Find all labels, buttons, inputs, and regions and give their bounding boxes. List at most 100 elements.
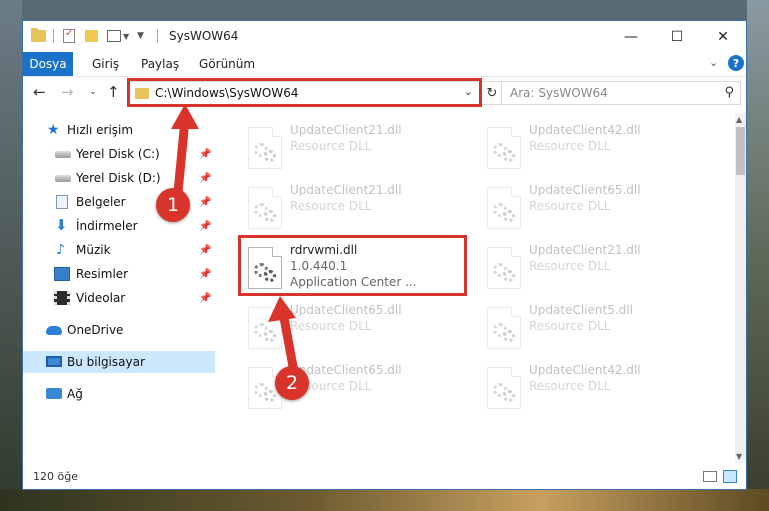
dll-file-icon <box>248 127 282 169</box>
file-name: UpdateClient21.dll <box>290 123 402 137</box>
file-item[interactable]: UpdateClient21.dll Resource DLL <box>242 181 462 233</box>
nav-item-this-pc[interactable]: Bu bilgisayar <box>23 351 215 373</box>
scroll-down-arrow-icon[interactable]: ▼ <box>736 452 742 461</box>
file-type: Resource DLL <box>529 199 611 213</box>
pin-icon[interactable]: 📌 <box>199 173 211 184</box>
tab-share[interactable]: Paylaş <box>141 57 179 71</box>
dll-file-icon <box>487 247 521 289</box>
pin-icon[interactable]: 📌 <box>199 245 211 256</box>
new-folder-icon[interactable] <box>85 28 98 44</box>
computer-icon <box>46 356 62 367</box>
file-name: UpdateClient65.dll <box>529 183 641 197</box>
nav-item-label: OneDrive <box>67 323 124 337</box>
pin-icon[interactable]: 📌 <box>199 197 211 208</box>
nav-item-label: Belgeler <box>76 195 126 209</box>
back-button[interactable]: ← <box>33 83 46 101</box>
customize-toolbar-icon[interactable]: ▼ <box>137 28 144 44</box>
minimize-button[interactable]: — <box>608 21 654 52</box>
search-placeholder: Ara: SysWOW64 <box>510 86 608 100</box>
search-icon[interactable]: ⚲ <box>724 85 734 100</box>
title-separator <box>157 29 158 43</box>
file-name: UpdateClient21.dll <box>290 183 402 197</box>
details-view-icon[interactable] <box>703 471 717 482</box>
file-type: Resource DLL <box>529 319 611 333</box>
file-name: UpdateClient42.dll <box>529 123 641 137</box>
document-icon <box>56 195 68 209</box>
file-name: UpdateClient5.dll <box>529 303 633 317</box>
refresh-button[interactable]: ↻ <box>481 81 503 105</box>
scroll-up-arrow-icon[interactable]: ▲ <box>736 115 742 124</box>
nav-item-pictures[interactable]: Resimler 📌 <box>23 263 215 285</box>
tab-home[interactable]: Giriş <box>92 57 119 71</box>
file-item[interactable]: UpdateClient5.dll Resource DLL <box>481 301 701 353</box>
help-icon[interactable]: ? <box>728 55 744 71</box>
search-input[interactable]: Ara: SysWOW64 ⚲ <box>501 81 741 105</box>
toolbar-separator <box>53 29 54 43</box>
file-type: Resource DLL <box>529 379 611 393</box>
file-type: Resource DLL <box>529 259 611 273</box>
pin-icon[interactable]: 📌 <box>199 221 211 232</box>
properties-icon[interactable] <box>63 28 75 44</box>
pin-icon[interactable]: 📌 <box>199 269 211 280</box>
file-type: Resource DLL <box>290 139 372 153</box>
maximize-button[interactable]: ☐ <box>654 21 700 52</box>
dll-file-icon <box>248 307 282 349</box>
forward-button[interactable]: → <box>61 83 74 101</box>
tab-file[interactable]: Dosya <box>23 52 73 76</box>
file-item[interactable]: UpdateClient42.dll Resource DLL <box>481 121 701 173</box>
download-icon: ⬇ <box>55 216 68 234</box>
file-item[interactable]: UpdateClient65.dll Resource DLL <box>481 181 701 233</box>
desktop-background-right <box>747 0 769 511</box>
nav-item-local-disk-d[interactable]: Yerel Disk (D:) 📌 <box>23 167 215 189</box>
star-icon: ★ <box>47 122 60 138</box>
file-item[interactable]: UpdateClient21.dll Resource DLL <box>242 121 462 173</box>
nav-item-onedrive[interactable]: OneDrive <box>23 319 215 341</box>
nav-item-label: Videolar <box>76 291 126 305</box>
video-icon <box>54 291 70 305</box>
nav-item-downloads[interactable]: ⬇ İndirmeler 📌 <box>23 215 215 237</box>
music-icon: ♪ <box>56 242 65 258</box>
file-type: Resource DLL <box>529 139 611 153</box>
view-options-icon[interactable]: ▼ <box>107 28 129 44</box>
address-bar-highlight <box>127 78 482 107</box>
status-bar: 120 öğe <box>23 465 746 489</box>
recent-locations-chevron-icon[interactable]: ⌄ <box>89 87 97 97</box>
vertical-scrollbar[interactable]: ▲ ▼ <box>735 113 746 463</box>
file-item[interactable]: UpdateClient21.dll Resource DLL <box>481 241 701 293</box>
nav-item-local-disk-c[interactable]: Yerel Disk (C:) 📌 <box>23 143 215 165</box>
tab-view[interactable]: Görünüm <box>199 57 255 71</box>
desktop-background <box>0 0 22 511</box>
dll-file-icon <box>487 187 521 229</box>
file-type: Resource DLL <box>290 319 372 333</box>
nav-item-quick-access[interactable]: ★ Hızlı erişim <box>23 119 215 141</box>
file-name: UpdateClient65.dll <box>290 303 402 317</box>
nav-item-label: Yerel Disk (C:) <box>76 147 160 161</box>
ribbon-expand-chevron-icon[interactable]: ⌄ <box>709 56 718 69</box>
scrollbar-thumb[interactable] <box>736 127 745 175</box>
nav-item-label: İndirmeler <box>76 219 138 233</box>
dll-file-icon <box>487 367 521 409</box>
file-name: UpdateClient21.dll <box>529 243 641 257</box>
file-name: UpdateClient42.dll <box>529 363 641 377</box>
pictures-icon <box>54 267 70 281</box>
navigation-pane: ★ Hızlı erişim Yerel Disk (C:) 📌 Yerel D… <box>23 113 215 463</box>
nav-item-videos[interactable]: Videolar 📌 <box>23 287 215 309</box>
close-button[interactable]: ✕ <box>700 21 746 52</box>
network-icon <box>46 388 62 399</box>
pin-icon[interactable]: 📌 <box>199 293 211 304</box>
file-item[interactable]: UpdateClient42.dll Resource DLL <box>481 361 701 413</box>
dll-file-icon <box>248 187 282 229</box>
nav-item-music[interactable]: ♪ Müzik 📌 <box>23 239 215 261</box>
drive-icon <box>55 175 71 182</box>
file-item[interactable]: UpdateClient65.dll Resource DLL <box>242 301 462 353</box>
nav-item-network[interactable]: Ağ <box>23 383 215 405</box>
nav-item-label: Bu bilgisayar <box>67 355 145 369</box>
quick-access-folder-icon[interactable] <box>31 28 46 44</box>
pin-icon[interactable]: 📌 <box>199 149 211 160</box>
large-icons-view-icon[interactable] <box>723 470 737 483</box>
dll-file-icon <box>487 127 521 169</box>
up-button[interactable]: ↑ <box>107 83 120 101</box>
nav-item-label: Ağ <box>67 387 83 401</box>
dll-file-icon <box>487 307 521 349</box>
drive-icon <box>55 151 71 158</box>
